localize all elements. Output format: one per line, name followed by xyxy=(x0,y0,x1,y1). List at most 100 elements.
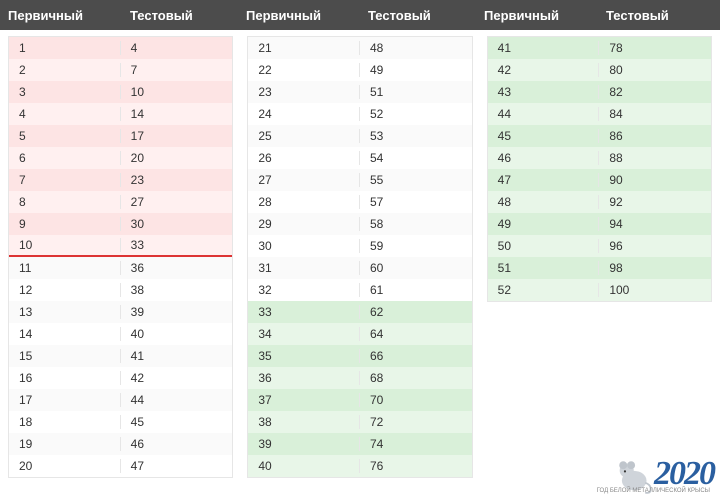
cell-test: 17 xyxy=(121,129,233,143)
table-row: 4994 xyxy=(488,213,711,235)
cell-primary: 52 xyxy=(488,283,600,297)
cell-test: 47 xyxy=(121,459,233,473)
header-primary-1: Первичный xyxy=(0,8,122,23)
cell-primary: 51 xyxy=(488,261,600,275)
plain-band: 1136123813391440154116421744184519462047 xyxy=(9,257,232,477)
table-row: 1744 xyxy=(9,389,232,411)
cell-test: 33 xyxy=(121,238,233,252)
table-row: 723 xyxy=(9,169,232,191)
cell-primary: 2 xyxy=(9,63,121,77)
cell-primary: 30 xyxy=(248,239,360,253)
cell-test: 58 xyxy=(360,217,472,231)
table-row: 1136 xyxy=(9,257,232,279)
table-row: 4382 xyxy=(488,81,711,103)
table-row: 2654 xyxy=(248,147,471,169)
cell-primary: 21 xyxy=(248,41,360,55)
cell-primary: 19 xyxy=(9,437,121,451)
cell-primary: 11 xyxy=(9,261,121,275)
cell-test: 53 xyxy=(360,129,472,143)
cell-primary: 42 xyxy=(488,63,600,77)
cell-primary: 49 xyxy=(488,217,600,231)
cell-primary: 41 xyxy=(488,41,600,55)
table-row: 3872 xyxy=(248,411,471,433)
cell-test: 45 xyxy=(121,415,233,429)
table-row: 3974 xyxy=(248,433,471,455)
cell-test: 84 xyxy=(599,107,711,121)
table-row: 4688 xyxy=(488,147,711,169)
cell-test: 94 xyxy=(599,217,711,231)
table-row: 517 xyxy=(9,125,232,147)
cell-test: 27 xyxy=(121,195,233,209)
table-row: 3566 xyxy=(248,345,471,367)
cell-primary: 16 xyxy=(9,371,121,385)
cell-test: 39 xyxy=(121,305,233,319)
cell-primary: 38 xyxy=(248,415,360,429)
table-row: 620 xyxy=(9,147,232,169)
table-row: 1440 xyxy=(9,323,232,345)
table-row: 4790 xyxy=(488,169,711,191)
cell-primary: 46 xyxy=(488,151,600,165)
cell-test: 40 xyxy=(121,327,233,341)
cell-test: 49 xyxy=(360,63,472,77)
table-row: 2755 xyxy=(248,169,471,191)
table-row: 2958 xyxy=(248,213,471,235)
cell-primary: 14 xyxy=(9,327,121,341)
cell-test: 38 xyxy=(121,283,233,297)
columns-container: 14273104145176207238279301033 1136123813… xyxy=(0,30,720,478)
cell-test: 100 xyxy=(599,283,711,297)
cell-test: 51 xyxy=(360,85,472,99)
table-row: 3770 xyxy=(248,389,471,411)
cell-test: 44 xyxy=(121,393,233,407)
table-row: 1541 xyxy=(9,345,232,367)
cell-primary: 10 xyxy=(9,238,121,252)
table-row: 2553 xyxy=(248,125,471,147)
table-row: 1845 xyxy=(9,411,232,433)
cell-test: 70 xyxy=(360,393,472,407)
cell-primary: 20 xyxy=(9,459,121,473)
table-row: 14 xyxy=(9,37,232,59)
cell-primary: 29 xyxy=(248,217,360,231)
cell-primary: 39 xyxy=(248,437,360,451)
table-row: 2857 xyxy=(248,191,471,213)
table-row: 1946 xyxy=(9,433,232,455)
cell-test: 78 xyxy=(599,41,711,55)
header-test-1: Тестовый xyxy=(122,8,238,23)
cell-test: 98 xyxy=(599,261,711,275)
cell-primary: 7 xyxy=(9,173,121,187)
cell-primary: 43 xyxy=(488,85,600,99)
cell-test: 96 xyxy=(599,239,711,253)
cell-test: 20 xyxy=(121,151,233,165)
header-primary-2: Первичный xyxy=(238,8,360,23)
cell-primary: 1 xyxy=(9,41,121,55)
cell-primary: 28 xyxy=(248,195,360,209)
column-3: 4178428043824484458646884790489249945096… xyxy=(487,36,712,302)
cell-test: 82 xyxy=(599,85,711,99)
table-row: 3464 xyxy=(248,323,471,345)
cell-primary: 18 xyxy=(9,415,121,429)
table-row: 52100 xyxy=(488,279,711,301)
cell-test: 10 xyxy=(121,85,233,99)
green-band: 4178428043824484458646884790489249945096… xyxy=(488,37,711,301)
table-row: 3059 xyxy=(248,235,471,257)
table-row: 1339 xyxy=(9,301,232,323)
table-row: 4076 xyxy=(248,455,471,477)
cell-test: 4 xyxy=(121,41,233,55)
cell-primary: 4 xyxy=(9,107,121,121)
cell-test: 59 xyxy=(360,239,472,253)
cell-test: 80 xyxy=(599,63,711,77)
cell-test: 90 xyxy=(599,173,711,187)
table-row: 3668 xyxy=(248,367,471,389)
green-band: 33623464356636683770387239744076 xyxy=(248,301,471,477)
table-row: 827 xyxy=(9,191,232,213)
table-row: 4892 xyxy=(488,191,711,213)
cell-test: 36 xyxy=(121,261,233,275)
cell-primary: 17 xyxy=(9,393,121,407)
header-test-2: Тестовый xyxy=(360,8,476,23)
column-2: 2148224923512452255326542755285729583059… xyxy=(247,36,472,478)
table-row: 4484 xyxy=(488,103,711,125)
cell-test: 92 xyxy=(599,195,711,209)
table-row: 5198 xyxy=(488,257,711,279)
table-row: 1642 xyxy=(9,367,232,389)
table-row: 4178 xyxy=(488,37,711,59)
table-row: 1033 xyxy=(9,235,232,257)
